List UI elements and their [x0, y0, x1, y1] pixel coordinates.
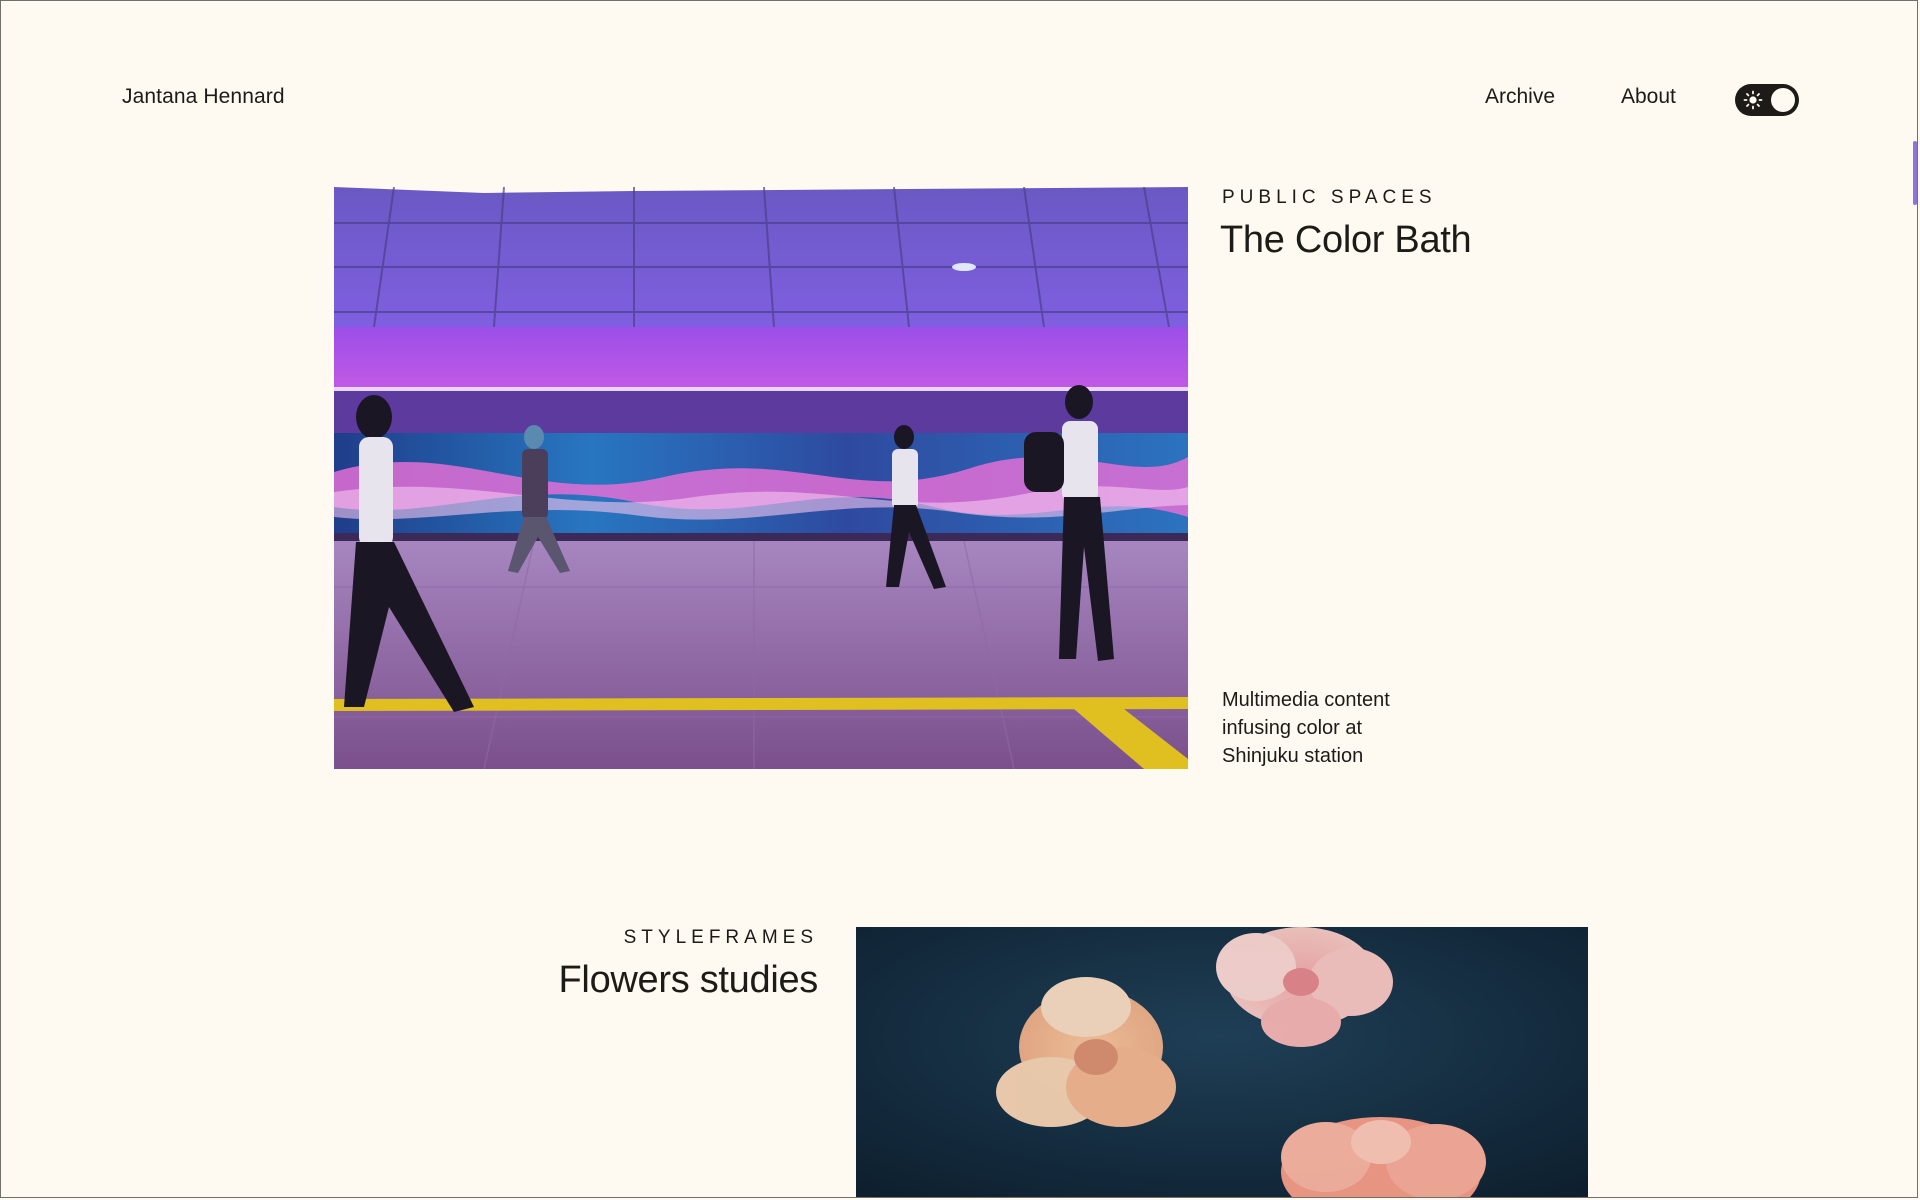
nav-about-link[interactable]: About [1621, 85, 1676, 109]
flowers-studies-image[interactable] [856, 927, 1588, 1197]
project-category: STYLEFRAMES [623, 927, 818, 948]
page-frame: Jantana Hennard Archive About PUBLIC SPA… [0, 0, 1918, 1198]
project-title-link[interactable]: Flowers studies [559, 959, 819, 1002]
project-title-link[interactable]: The Color Bath [1220, 219, 1472, 262]
nav-archive-link[interactable]: Archive [1485, 85, 1555, 109]
theme-toggle[interactable] [1735, 84, 1799, 116]
project-description: Multimedia content infusing color at Shi… [1222, 689, 1390, 767]
sun-icon [1743, 90, 1763, 110]
project-category: PUBLIC SPACES [1222, 187, 1437, 208]
toggle-knob [1771, 88, 1795, 112]
site-name-link[interactable]: Jantana Hennard [122, 85, 285, 109]
color-bath-image[interactable] [334, 187, 1188, 769]
scroll-indicator [1913, 141, 1917, 205]
